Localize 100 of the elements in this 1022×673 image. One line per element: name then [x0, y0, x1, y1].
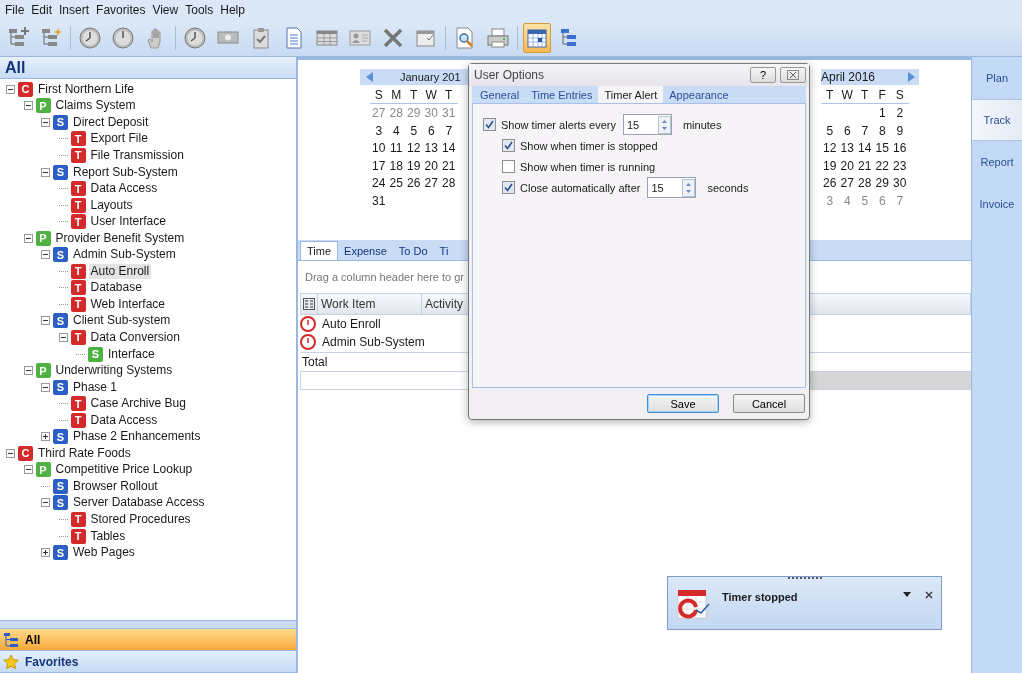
calendar-day[interactable]: 20 — [422, 157, 440, 175]
calendar-day[interactable]: 9 — [891, 122, 909, 140]
calendar-day[interactable]: 28 — [856, 175, 874, 193]
calendar-day[interactable]: 30 — [891, 175, 909, 193]
calendar-day[interactable]: 5 — [856, 192, 874, 210]
calendar-day[interactable]: 14 — [440, 140, 458, 158]
expander-icon[interactable] — [41, 548, 50, 558]
calendar-day[interactable]: 13 — [838, 140, 856, 158]
dropdown-caret-icon[interactable] — [903, 592, 911, 597]
tree-item[interactable]: Competitive Price Lookup — [53, 462, 195, 478]
tab[interactable]: Time — [300, 241, 339, 260]
calendar-day[interactable]: 27 — [838, 175, 856, 193]
tab[interactable]: Ti — [433, 241, 455, 260]
calendar-day[interactable]: 17 — [370, 157, 388, 175]
tree-item[interactable]: Interface — [106, 346, 157, 362]
expander-icon[interactable] — [23, 233, 33, 243]
expander-icon[interactable] — [41, 250, 50, 260]
calendar-day[interactable]: 26 — [821, 175, 839, 193]
calendar-day[interactable]: 29 — [873, 175, 891, 193]
checkbox[interactable] — [502, 181, 515, 194]
calendar-day[interactable]: 20 — [838, 157, 856, 175]
number-field[interactable]: 15 — [622, 114, 672, 135]
tree-item[interactable]: Web Interface — [88, 296, 167, 312]
splitter-grip[interactable] — [0, 620, 296, 629]
calendar-day[interactable]: 4 — [387, 122, 405, 140]
tree-item[interactable]: Client Sub-system — [71, 313, 173, 329]
calendar-day[interactable]: 7 — [440, 122, 458, 140]
column-header[interactable]: Work Item — [318, 294, 422, 314]
spinner-icon[interactable] — [682, 178, 696, 197]
calendar-day[interactable]: 24 — [370, 175, 388, 193]
side-tab[interactable]: Plan — [972, 57, 1022, 99]
calendar-day[interactable]: 26 — [405, 175, 423, 193]
number-field[interactable]: 15 — [647, 177, 697, 198]
close-icon[interactable] — [925, 591, 933, 599]
tree-item[interactable]: File Transmission — [88, 147, 186, 163]
menu-item[interactable]: Insert — [57, 3, 95, 17]
tab[interactable]: To Do — [392, 241, 434, 260]
tree-item[interactable]: Phase 1 — [71, 379, 120, 395]
tree-item[interactable]: Stored Procedures — [88, 512, 193, 527]
toolbar-button-active[interactable] — [523, 23, 551, 53]
tree-item[interactable]: Server Database Access — [71, 495, 207, 511]
calendar-day[interactable]: 7 — [891, 192, 909, 210]
expander-icon[interactable] — [6, 448, 15, 458]
checkbox[interactable] — [502, 160, 515, 173]
calendar-day[interactable]: 31 — [440, 105, 458, 123]
calendar-day[interactable]: 21 — [856, 157, 874, 175]
calendar-day[interactable]: 27 — [422, 175, 440, 193]
tree-item[interactable]: Case Archive Bug — [88, 396, 188, 412]
calendar-day[interactable]: 19 — [405, 157, 423, 175]
calendar-day[interactable]: 25 — [387, 175, 405, 193]
tree-item[interactable]: Data Access — [88, 181, 160, 197]
calendar-day[interactable]: 31 — [370, 192, 388, 210]
menu-item[interactable]: Edit — [29, 3, 58, 17]
calendar-day[interactable]: 6 — [873, 192, 891, 210]
calendar-day[interactable]: 5 — [405, 122, 423, 140]
calendar-day[interactable]: 12 — [821, 140, 839, 158]
tree-item[interactable]: First Northern Life — [36, 81, 137, 97]
tree-item[interactable]: Auto Enroll — [88, 263, 152, 279]
expander-icon[interactable] — [23, 101, 33, 111]
tab[interactable]: Appearance — [663, 87, 735, 103]
tree-item[interactable]: Data Access — [88, 412, 160, 428]
calendar-day[interactable]: 21 — [440, 157, 458, 175]
calendar-day[interactable]: 15 — [873, 140, 891, 158]
calendar-day[interactable]: 14 — [856, 140, 874, 158]
menu-item[interactable]: File — [3, 3, 30, 17]
tree-item[interactable]: User Interface — [88, 214, 168, 230]
side-tab[interactable]: Report — [972, 141, 1022, 183]
calendar-day[interactable]: 28 — [387, 105, 405, 123]
dialog-button[interactable]: Save — [647, 394, 719, 413]
calendar-day[interactable]: 22 — [873, 157, 891, 175]
dialog-button[interactable]: Cancel — [733, 394, 805, 413]
calendar-day[interactable]: 16 — [891, 140, 909, 158]
calendar-day[interactable]: 6 — [422, 122, 440, 140]
menu-item[interactable]: Tools — [183, 3, 219, 17]
calendar-day[interactable]: 1 — [873, 105, 891, 123]
expander-icon[interactable] — [41, 117, 50, 127]
tree-item[interactable]: Web Pages — [71, 545, 137, 561]
calendar-day[interactable]: 18 — [387, 157, 405, 175]
calendar-day[interactable]: 7 — [856, 122, 874, 140]
expander-icon[interactable] — [41, 382, 50, 392]
expander-icon[interactable] — [6, 84, 15, 94]
tree-item[interactable]: Phase 2 Enhancements — [71, 429, 203, 445]
calendar-day[interactable]: 2 — [891, 105, 909, 123]
column-chooser-button[interactable] — [301, 294, 318, 314]
expander-icon[interactable] — [41, 432, 50, 442]
calendar-day[interactable]: 4 — [838, 192, 856, 210]
tab[interactable]: Expense — [338, 241, 393, 260]
menu-item[interactable]: View — [150, 3, 184, 17]
nav-button[interactable]: Favorites — [0, 651, 296, 673]
expander-icon[interactable] — [23, 465, 33, 475]
menu-item[interactable]: Favorites — [94, 3, 151, 17]
drag-grip[interactable] — [788, 577, 822, 582]
tree-item[interactable]: Layouts — [88, 197, 135, 213]
tree-item[interactable]: Claims System — [53, 98, 138, 114]
calendar-day[interactable]: 27 — [370, 105, 388, 123]
tab[interactable]: General — [474, 87, 526, 103]
tree-item[interactable]: Underwriting Systems — [53, 363, 175, 379]
spinner-icon[interactable] — [657, 115, 671, 134]
tree-item[interactable]: Report Sub-System — [71, 164, 180, 180]
calendar-day[interactable]: 23 — [891, 157, 909, 175]
